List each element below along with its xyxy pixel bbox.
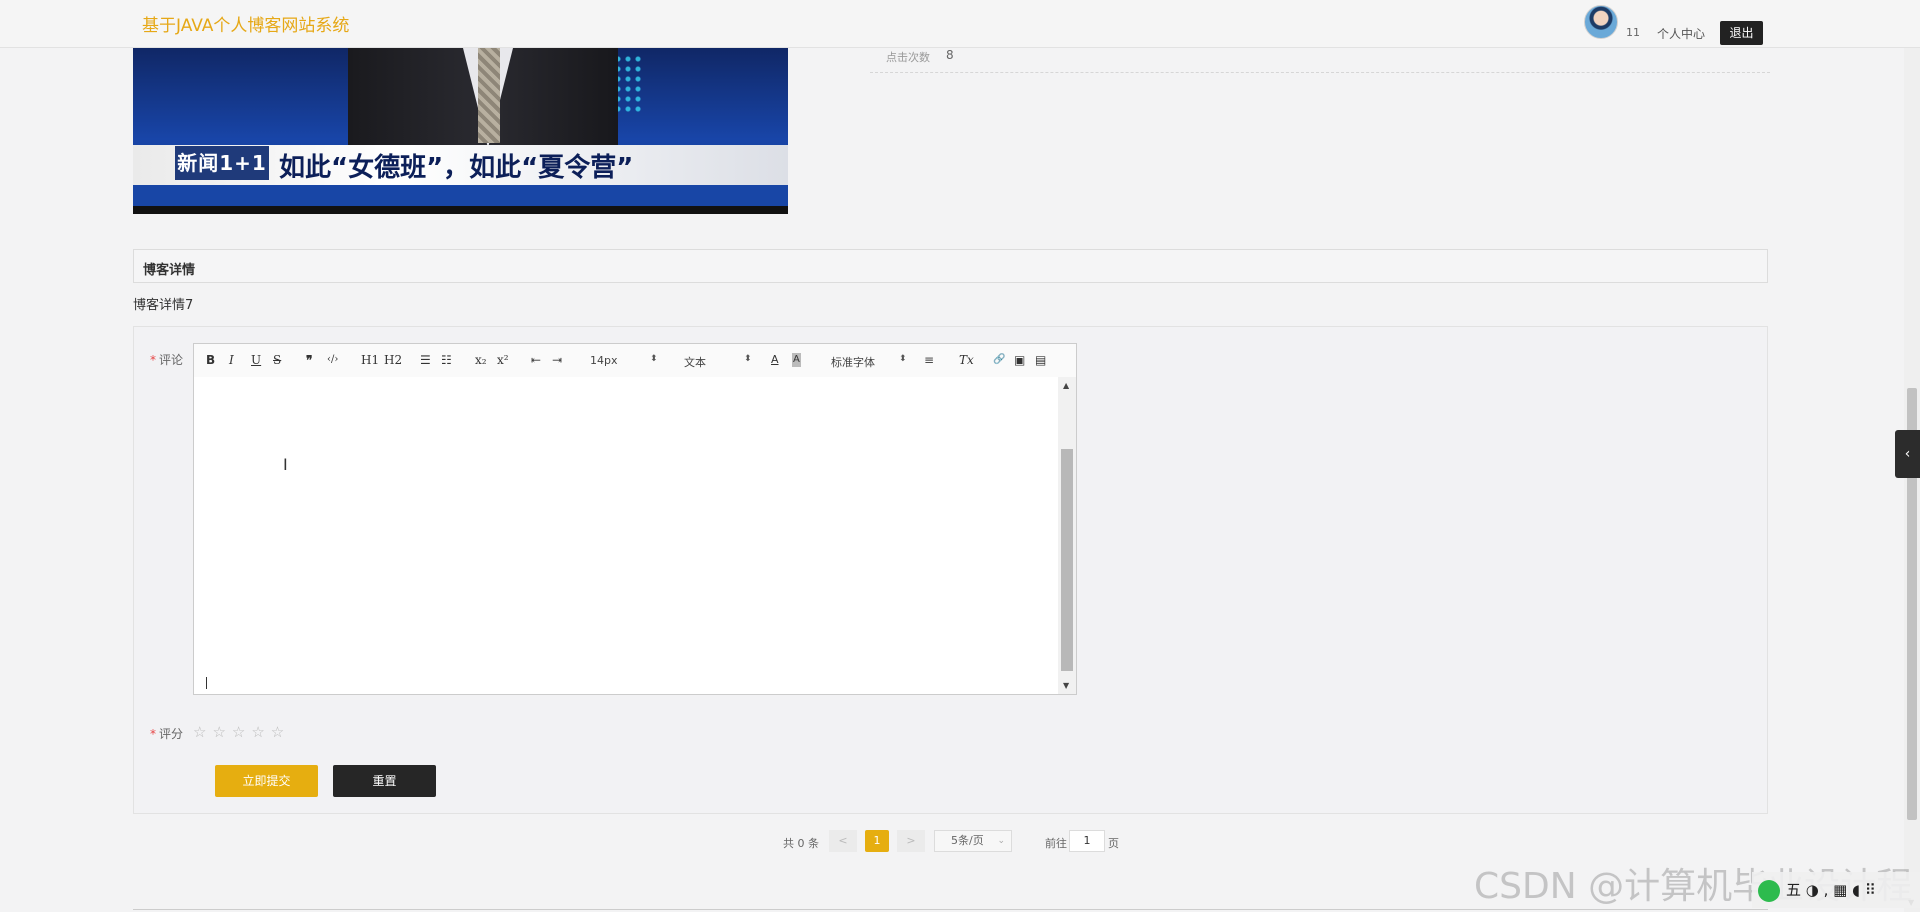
align-button[interactable]: ≡ [924, 353, 934, 367]
news-caption: 如此“女德班”，如此“夏令营” [279, 153, 634, 183]
chevron-down-icon: ⌄ [997, 836, 1005, 846]
page-suffix-label: 页 [1108, 837, 1119, 850]
video-icon[interactable]: ▤ [1035, 353, 1046, 367]
image-bottom-bar [133, 206, 788, 214]
font-family-select[interactable]: 标准字体 ⬍ [831, 354, 907, 370]
underline-button[interactable]: U [251, 353, 261, 367]
site-title[interactable]: 基于JAVA个人博客网站系统 [142, 11, 349, 36]
ordered-list-button[interactable]: ☰ [420, 353, 431, 367]
font-color-button[interactable]: A [771, 353, 779, 367]
editor-scrollbar[interactable]: ▲ ▼ [1058, 377, 1076, 694]
rich-text-editor[interactable]: B I U S ❞ ‹/› H1 H2 ☰ ☷ x₂ x² ⇤ ⇥ 14px ⬍… [193, 343, 1077, 695]
font-size-value: 14px [590, 354, 618, 367]
comment-label-text: 评论 [159, 353, 184, 367]
rating-label-text: 评分 [159, 727, 184, 741]
comment-pagination: 共 0 条 < 1 > 5条/页 ⌄ 前往 1 页 [0, 830, 1920, 852]
text-cursor-icon: I [283, 455, 288, 474]
italic-button[interactable]: I [229, 353, 234, 367]
h1-button[interactable]: H1 [361, 353, 379, 367]
detail-section-header: 博客详情 [133, 249, 1768, 283]
click-count-label: 点击次数 [886, 51, 930, 64]
submit-button[interactable]: 立即提交 [215, 765, 318, 797]
select-arrow-icon: ⬍ [650, 354, 658, 364]
code-block-button[interactable]: ‹/› [327, 353, 338, 367]
bottom-divider [133, 909, 1768, 910]
page-size-select[interactable]: 5条/页 ⌄ [934, 830, 1012, 852]
top-navbar: 基于JAVA个人博客网站系统 11 个人中心 退出 [0, 0, 1920, 48]
user-center-link[interactable]: 个人中心 [1657, 25, 1705, 42]
indent-button[interactable]: ⇥ [552, 353, 562, 367]
text-caret [206, 677, 207, 689]
font-family-value: 标准字体 [831, 356, 875, 369]
page-size-value: 5条/页 [951, 834, 984, 847]
select-arrow-icon: ⬍ [744, 354, 752, 364]
news-logo: 新闻1+1 [175, 146, 269, 180]
clean-format-button[interactable]: Tx [959, 353, 974, 367]
caption-bottom-band [133, 185, 788, 207]
editor-toolbar: B I U S ❞ ‹/› H1 H2 ☰ ☷ x₂ x² ⇤ ⇥ 14px ⬍… [194, 344, 1076, 378]
link-icon[interactable]: 🔗 [993, 353, 1005, 367]
editor-content-area[interactable]: I [194, 377, 1058, 694]
info-divider [870, 72, 1770, 73]
reset-button[interactable]: 重置 [333, 765, 436, 797]
rating-label: * 评分 [150, 725, 183, 742]
scroll-down-icon[interactable]: ▼ [1063, 681, 1069, 690]
anchor-tie [478, 48, 500, 143]
next-page-button[interactable]: > [897, 830, 925, 852]
prev-page-button[interactable]: < [829, 830, 857, 852]
page-number-button[interactable]: 1 [865, 830, 889, 852]
select-arrow-icon: ⬍ [899, 354, 907, 364]
h2-button[interactable]: H2 [384, 353, 402, 367]
user-avatar[interactable] [1584, 5, 1618, 39]
ime-status-text[interactable]: 五 ◑ , ▦ ◖ ⠿ [1786, 881, 1876, 899]
required-mark: * [150, 727, 156, 741]
goto-label: 前往 [1045, 837, 1067, 850]
image-icon[interactable]: ▣ [1014, 353, 1025, 367]
rating-stars[interactable]: ☆☆☆☆☆ [193, 723, 290, 741]
subscript-button[interactable]: x₂ [475, 353, 487, 367]
side-panel-toggle[interactable]: ‹ [1895, 430, 1920, 478]
username: 11 [1626, 26, 1640, 39]
blockquote-button[interactable]: ❞ [306, 353, 312, 367]
bold-button[interactable]: B [206, 353, 215, 367]
font-size-select[interactable]: 14px ⬍ [590, 354, 658, 367]
comment-form: * 评论 B I U S ❞ ‹/› H1 H2 ☰ ☷ x₂ x² ⇤ ⇥ 14… [133, 326, 1768, 814]
ime-logo-icon[interactable] [1758, 879, 1780, 902]
logout-button[interactable]: 退出 [1720, 21, 1763, 45]
comment-label: * 评论 [150, 351, 183, 368]
click-count-value: 8 [946, 48, 954, 62]
background-color-button[interactable]: A [792, 353, 801, 367]
blog-detail-content: 博客详情7 [133, 298, 194, 313]
strike-button[interactable]: S [273, 353, 281, 367]
header-value: 文本 [684, 356, 706, 369]
outdent-button[interactable]: ⇤ [531, 353, 541, 367]
scroll-up-icon[interactable]: ▲ [1063, 381, 1069, 390]
bullet-list-button[interactable]: ☷ [441, 353, 452, 367]
detail-section-title: 博客详情 [143, 263, 196, 278]
header-select[interactable]: 文本 ⬍ [684, 354, 752, 370]
editor-scroll-thumb[interactable] [1061, 449, 1073, 671]
goto-page-input[interactable]: 1 [1069, 830, 1105, 852]
required-mark: * [150, 353, 156, 367]
pagination-total: 共 0 条 [783, 837, 819, 850]
superscript-button[interactable]: x² [497, 353, 509, 367]
ime-toolbar[interactable]: 五 ◑ , ▦ ◖ ⠿ [1752, 872, 1920, 908]
blog-cover-image: 新闻1+1 如此“女德班”，如此“夏令营” [133, 48, 788, 214]
